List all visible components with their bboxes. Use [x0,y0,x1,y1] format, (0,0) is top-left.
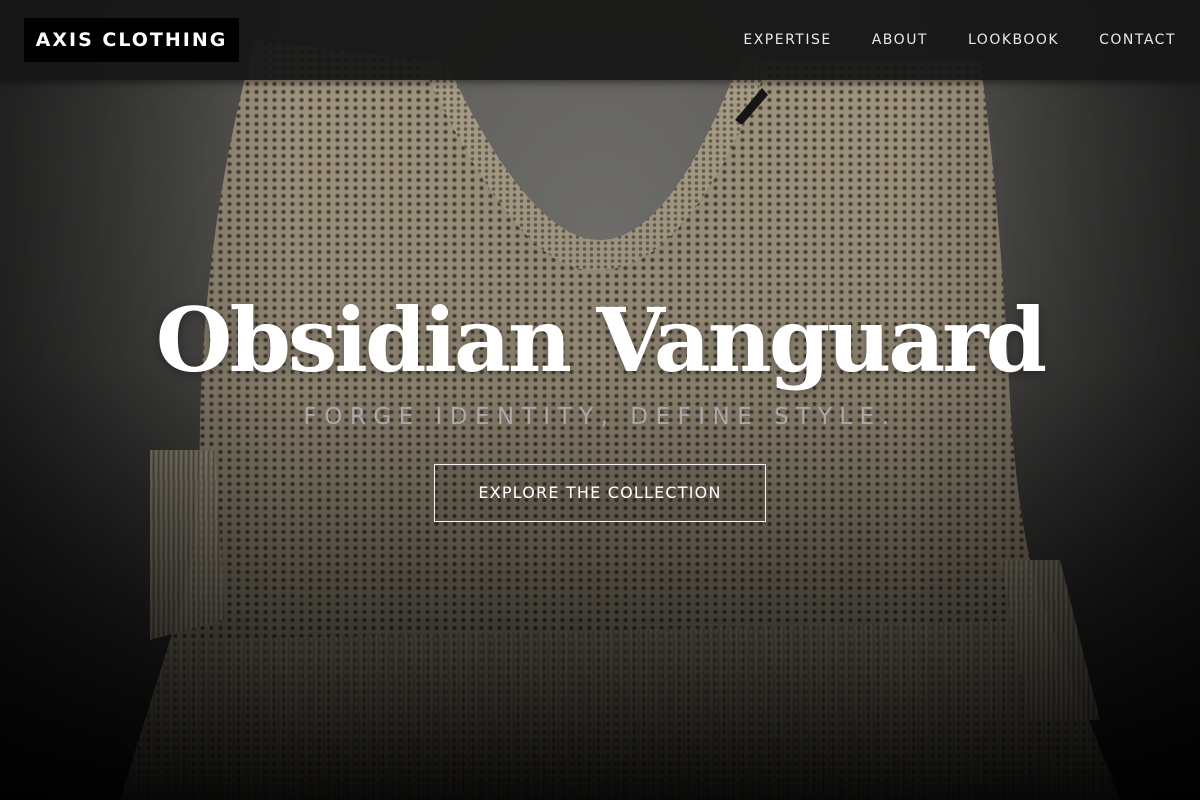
main-nav: EXPERTISE ABOUT LOOKBOOK CONTACT [703,0,1176,80]
hero-subtitle: FORGE IDENTITY, DEFINE STYLE. [303,404,897,430]
site-header: AXIS CLOTHING EXPERTISE ABOUT LOOKBOOK C… [0,0,1200,80]
nav-item-contact[interactable]: CONTACT [1099,32,1176,48]
hero-content: Obsidian Vanguard FORGE IDENTITY, DEFINE… [0,280,1200,522]
nav-item-lookbook[interactable]: LOOKBOOK [968,32,1059,48]
nav-item-expertise[interactable]: EXPERTISE [743,32,831,48]
nav-item-about[interactable]: ABOUT [872,32,928,48]
explore-collection-button[interactable]: EXPLORE THE COLLECTION [434,464,766,522]
logo[interactable]: AXIS CLOTHING [24,18,239,62]
hero-title: Obsidian Vanguard [155,288,1047,392]
